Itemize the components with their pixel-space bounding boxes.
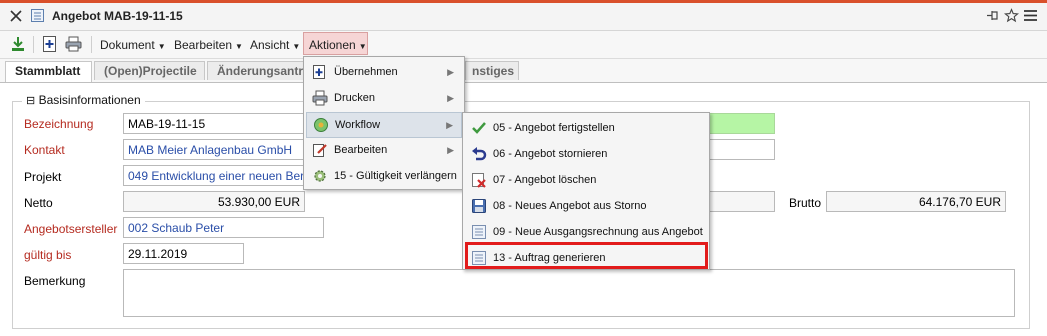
brutto-label: Brutto	[789, 196, 822, 210]
kontakt-label: Kontakt	[24, 143, 65, 157]
menu-item-label: Übernehmen	[334, 66, 398, 78]
tab-sonstiges[interactable]: nstiges	[465, 61, 519, 80]
aktionen-menu: Übernehmen ▶ Drucken ▶ Workflow ▶ Bearbe…	[303, 56, 465, 190]
add-document-icon	[312, 64, 328, 80]
menu-item-label: 15 - Gültigkeit verlängern	[334, 170, 457, 182]
chevron-down-icon: ▼	[292, 42, 301, 51]
menu-item-gueltigkeit-verlaengern[interactable]: 15 - Gültigkeit verlängern	[304, 163, 464, 189]
chevron-down-icon: ▼	[235, 42, 243, 51]
angebotsersteller-field[interactable]: 002 Schaub Peter	[123, 217, 324, 238]
projekt-field[interactable]: 049 Entwicklung einer neuen Ber	[123, 165, 305, 186]
menu-item-angebot-fertigstellen[interactable]: 05 - Angebot fertigstellen	[463, 115, 709, 141]
bezeichnung-status-field[interactable]	[708, 113, 775, 134]
bemerkung-label: Bemerkung	[24, 274, 86, 288]
tab-stammblatt-label: Stammblatt	[15, 64, 81, 78]
highlight-box	[465, 242, 708, 269]
menu-bearbeiten-label: Bearbeiten	[174, 38, 233, 52]
menu-dokument[interactable]: Dokument ▼	[100, 38, 166, 52]
gueltig-bis-label: gültig bis	[24, 248, 72, 262]
window-title: Angebot MAB-19-11-15	[52, 9, 183, 23]
menu-item-label: 07 - Angebot löschen	[493, 174, 597, 186]
undo-icon	[471, 146, 487, 162]
menu-item-label: Workflow	[335, 119, 381, 131]
delete-icon	[471, 172, 487, 188]
disk-icon	[471, 198, 487, 214]
bemerkung-field[interactable]	[123, 269, 1015, 317]
menu-dokument-label: Dokument	[100, 38, 155, 52]
netto-field[interactable]: 53.930,00 EUR	[123, 191, 305, 212]
tab-open-projectile[interactable]: (Open)Projectile	[94, 61, 205, 80]
workflow-icon	[313, 117, 329, 133]
menu-item-bearbeiten[interactable]: Bearbeiten ▶	[304, 137, 464, 163]
download-icon[interactable]	[10, 36, 26, 52]
chevron-right-icon: ▶	[447, 67, 454, 77]
tab-open-projectile-label: (Open)Projectile	[104, 64, 197, 78]
menu-aktionen-label: Aktionen	[309, 38, 356, 52]
menu-item-uebernehmen[interactable]: Übernehmen ▶	[304, 59, 464, 85]
menu-item-angebot-stornieren[interactable]: 06 - Angebot stornieren	[463, 141, 709, 167]
projekt-label: Projekt	[24, 170, 62, 184]
netto-extra-field[interactable]	[708, 191, 775, 212]
menu-ansicht-label: Ansicht	[250, 38, 290, 52]
menu-ansicht[interactable]: Ansicht ▼	[250, 38, 300, 52]
chevron-right-icon: ▶	[446, 120, 453, 130]
netto-label: Netto	[24, 196, 53, 210]
menu-item-workflow[interactable]: Workflow ▶	[306, 112, 462, 138]
bezeichnung-label: Bezeichnung	[24, 117, 94, 131]
menu-item-drucken[interactable]: Drucken ▶	[304, 85, 464, 111]
angebotsersteller-label: Angebotsersteller	[24, 222, 118, 236]
chevron-down-icon: ▼	[358, 42, 367, 51]
document-icon	[30, 8, 45, 23]
kontakt-extra-field[interactable]	[708, 139, 775, 160]
new-document-icon[interactable]	[42, 35, 59, 53]
section-legend[interactable]: ⊟ Basisinformationen	[22, 93, 145, 107]
menu-item-label: Drucken	[334, 92, 375, 104]
hamburger-menu-icon[interactable]	[1023, 9, 1038, 22]
star-icon[interactable]	[1003, 8, 1020, 23]
menu-item-label: 08 - Neues Angebot aus Storno	[493, 200, 647, 212]
section-title: Basisinformationen	[38, 93, 141, 107]
gear-icon	[312, 168, 328, 184]
kontakt-field[interactable]: MAB Meier Anlagenbau GmbH	[123, 139, 305, 160]
menu-item-label: Bearbeiten	[334, 144, 388, 156]
printer-icon	[312, 90, 328, 106]
menu-bearbeiten[interactable]: Bearbeiten ▼	[174, 38, 243, 52]
gueltig-bis-field[interactable]: 29.11.2019	[123, 243, 244, 264]
invoice-icon	[471, 224, 487, 240]
print-icon[interactable]	[65, 36, 82, 52]
menu-item-neues-angebot-aus-storno[interactable]: 08 - Neues Angebot aus Storno	[463, 193, 709, 219]
tab-aenderungsantraege-label: Änderungsantr	[217, 64, 304, 78]
menu-item-angebot-loeschen[interactable]: 07 - Angebot löschen	[463, 167, 709, 193]
chevron-down-icon: ▼	[157, 42, 166, 51]
menu-item-label: 05 - Angebot fertigstellen	[493, 122, 615, 134]
tab-stammblatt[interactable]: Stammblatt	[5, 61, 92, 82]
pin-icon[interactable]	[985, 8, 1000, 23]
edit-icon	[312, 142, 328, 158]
chevron-right-icon: ▶	[447, 93, 454, 103]
close-icon[interactable]	[9, 9, 23, 23]
menu-item-label: 06 - Angebot stornieren	[493, 148, 608, 160]
menu-aktionen-text[interactable]: Aktionen ▼	[309, 38, 367, 52]
chevron-right-icon: ▶	[447, 145, 454, 155]
collapse-icon[interactable]: ⊟	[26, 95, 35, 107]
tab-aenderungsantraege[interactable]: Änderungsantr	[207, 61, 304, 80]
checkmark-icon	[471, 120, 487, 136]
tab-sonstiges-label: nstiges	[472, 64, 515, 78]
bezeichnung-field[interactable]: MAB-19-11-15	[123, 113, 305, 134]
brutto-field[interactable]: 64.176,70 EUR	[826, 191, 1006, 212]
